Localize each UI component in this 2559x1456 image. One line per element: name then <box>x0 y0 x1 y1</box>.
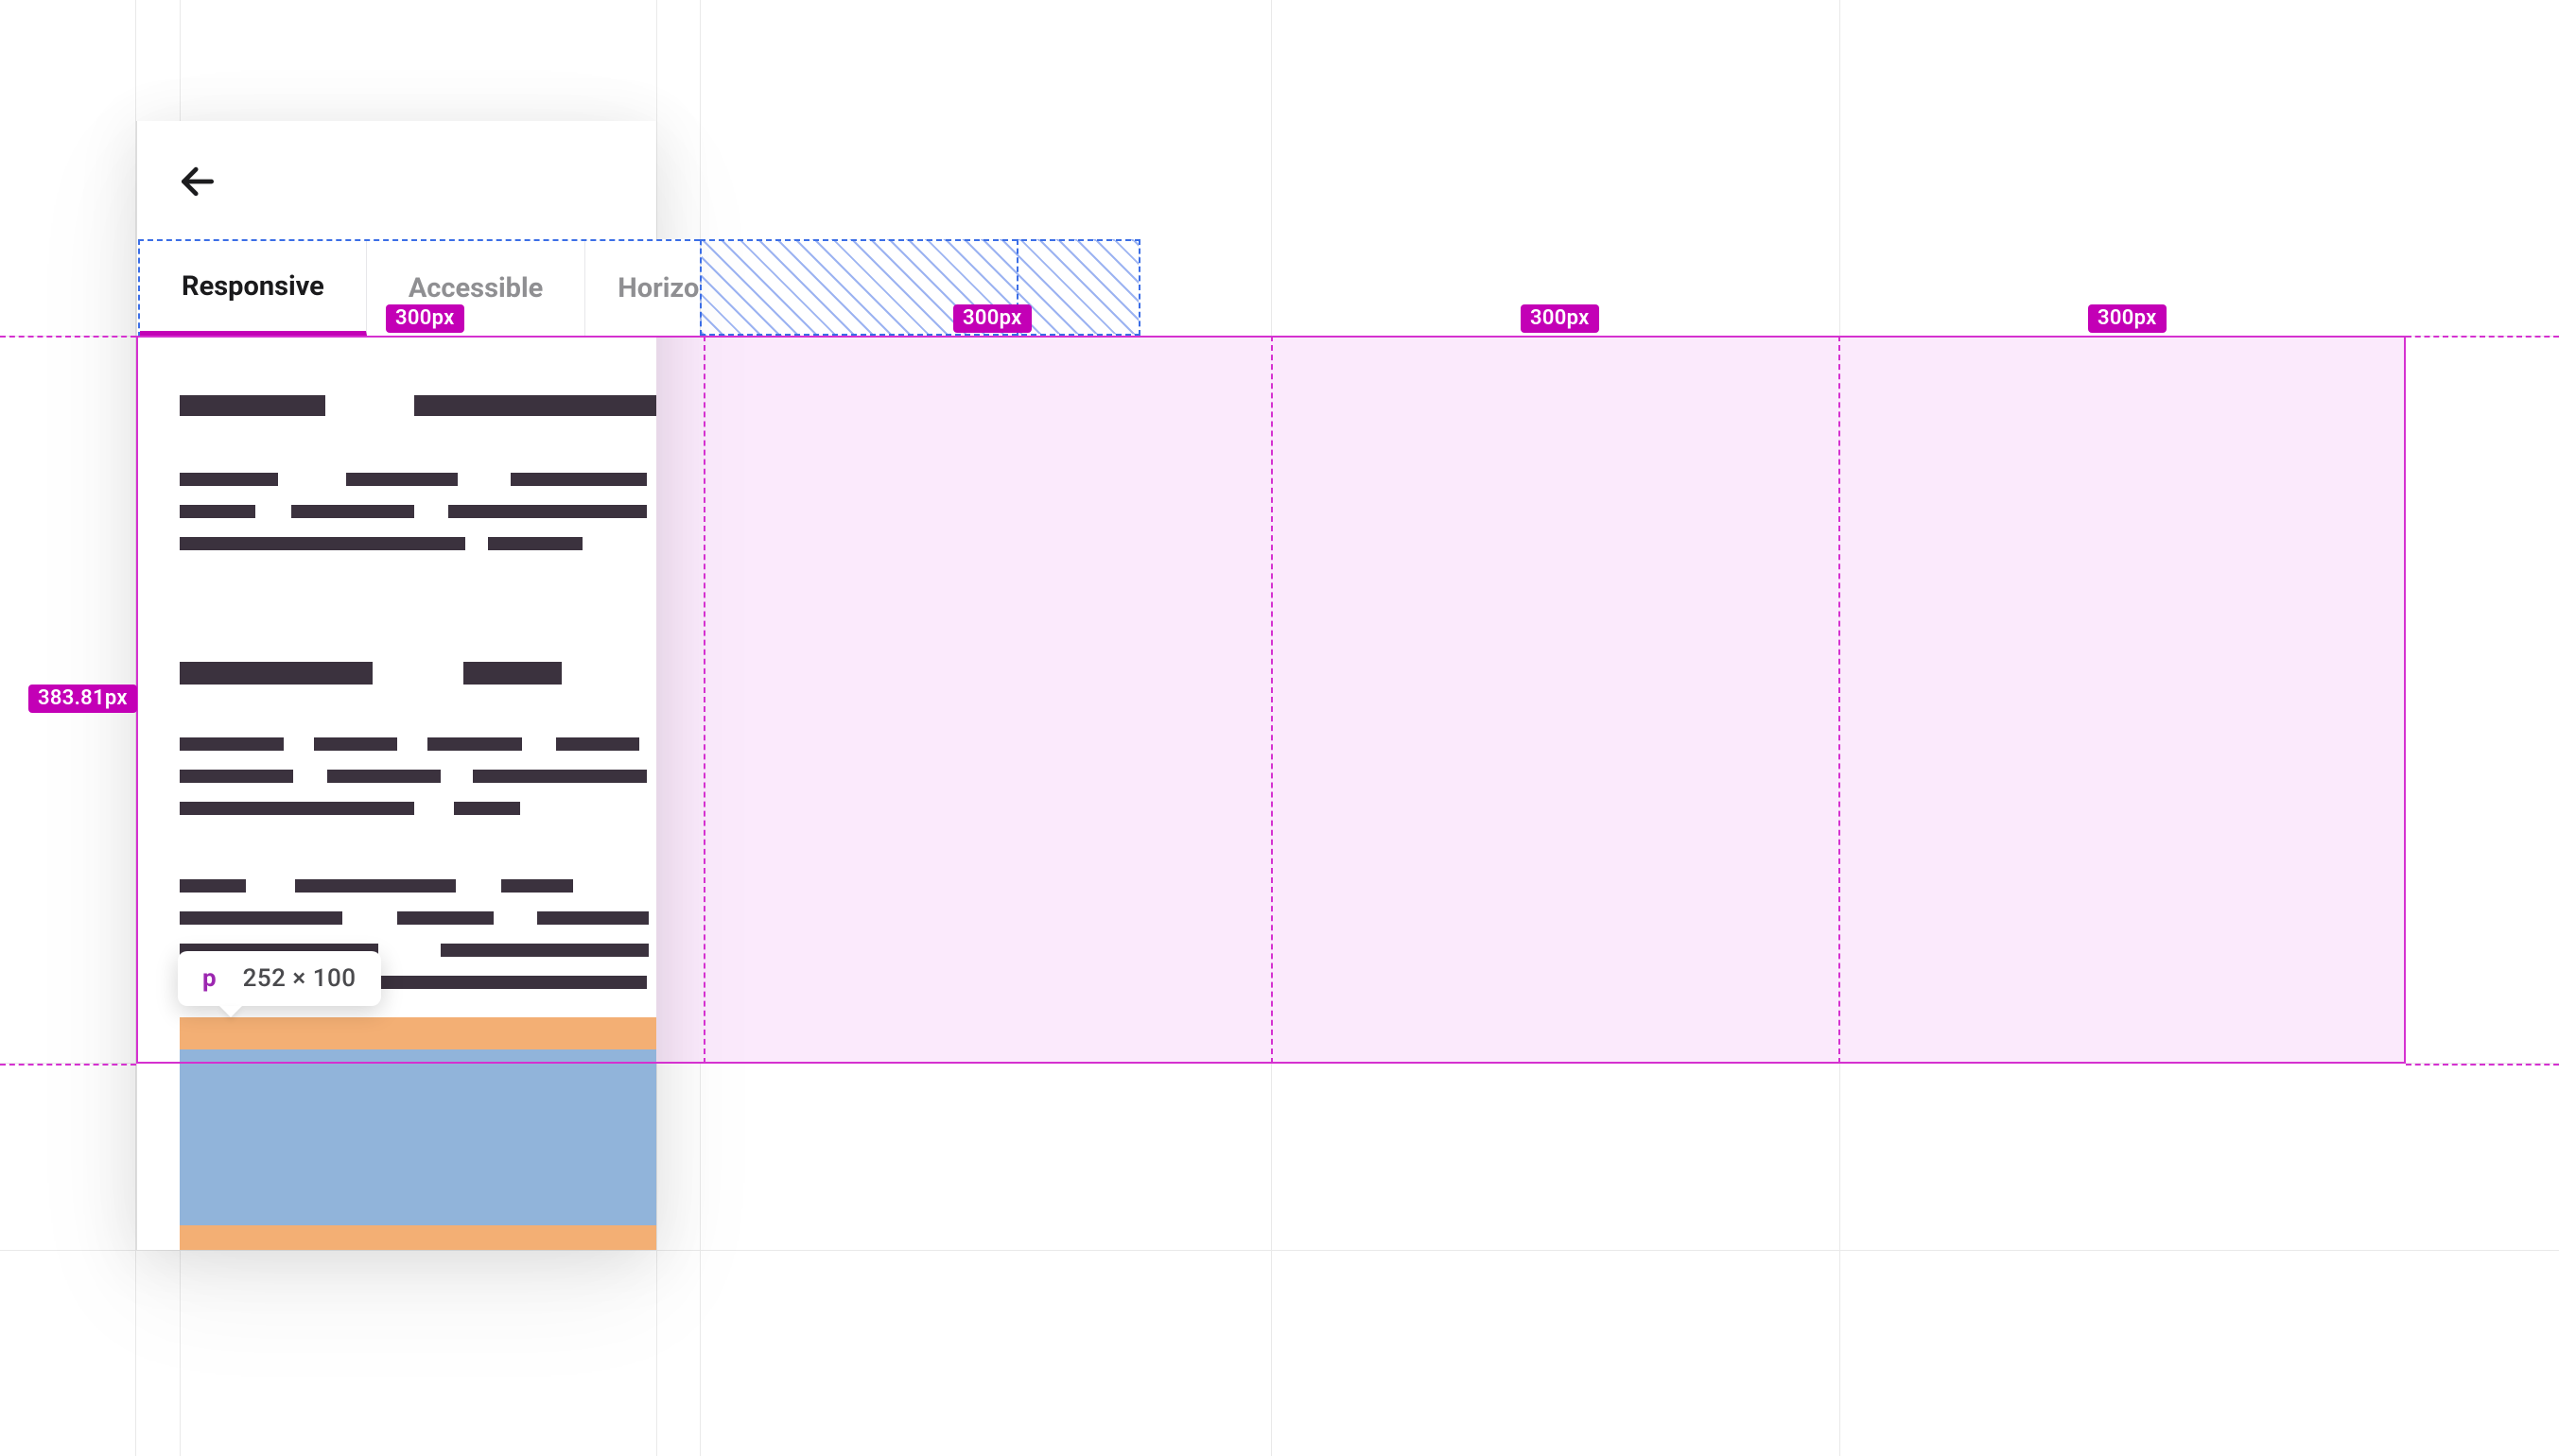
box-model-content <box>180 1049 656 1225</box>
skeleton-bar <box>397 911 494 925</box>
tooltip-tag: p <box>202 964 217 993</box>
col-divider <box>1271 336 1273 1064</box>
overflow-hatched-region <box>700 239 1140 336</box>
skeleton-bar <box>501 879 573 893</box>
skeleton-bar <box>180 911 342 925</box>
box-model-margin-bottom <box>180 1225 656 1250</box>
device-header <box>137 121 656 242</box>
col-divider <box>1838 336 1840 1064</box>
skeleton-bar <box>180 662 373 685</box>
skeleton-bar <box>454 802 520 815</box>
col-label: 300px <box>386 304 464 333</box>
skeleton-bar <box>314 737 397 751</box>
skeleton-bar <box>180 879 246 893</box>
skeleton-bar <box>180 537 465 550</box>
skeleton-bar <box>441 944 649 957</box>
tab-label: Horizo <box>618 272 699 304</box>
selection-top-edge-extend-r <box>2406 336 2559 338</box>
skeleton-bar <box>180 505 255 518</box>
tab-responsive[interactable]: Responsive <box>140 241 367 336</box>
skeleton-bar <box>511 473 647 486</box>
selection-bottom-edge-extend <box>0 1064 136 1066</box>
arrow-left-icon[interactable] <box>177 161 218 202</box>
tab-horizontal[interactable]: Horizo <box>585 241 699 336</box>
skeleton-bar <box>327 770 441 783</box>
skeleton-bar <box>295 879 456 893</box>
element-tooltip: p 252 × 100 <box>178 951 381 1006</box>
col-divider <box>704 336 705 1064</box>
height-label: 383.81px <box>28 685 137 713</box>
skeleton-bar <box>427 737 522 751</box>
col-label: 300px <box>953 304 1032 333</box>
skeleton-bar <box>180 473 278 486</box>
tab-label: Accessible <box>409 272 543 304</box>
tooltip-dimensions: 252 × 100 <box>243 964 357 993</box>
tab-label: Responsive <box>182 270 324 303</box>
skeleton-bar <box>463 662 562 685</box>
skeleton-bar <box>488 537 583 550</box>
skeleton-bar <box>180 395 325 416</box>
skeleton-bar <box>291 505 414 518</box>
skeleton-bar <box>180 737 284 751</box>
box-model-margin-top <box>180 1017 656 1049</box>
col-label: 300px <box>2088 304 2167 333</box>
skeleton-bar <box>473 770 647 783</box>
col-label: 300px <box>1521 304 1599 333</box>
skeleton-bar <box>448 505 647 518</box>
skeleton-bar <box>537 911 649 925</box>
skeleton-bar <box>556 737 639 751</box>
skeleton-bar <box>180 802 414 815</box>
skeleton-bar <box>414 395 656 416</box>
skeleton-bar <box>180 770 293 783</box>
selection-bottom-edge-extend-r <box>2406 1064 2559 1066</box>
skeleton-bar <box>346 473 458 486</box>
selection-top-edge-extend <box>0 336 136 338</box>
grid-guide <box>0 1250 2559 1251</box>
